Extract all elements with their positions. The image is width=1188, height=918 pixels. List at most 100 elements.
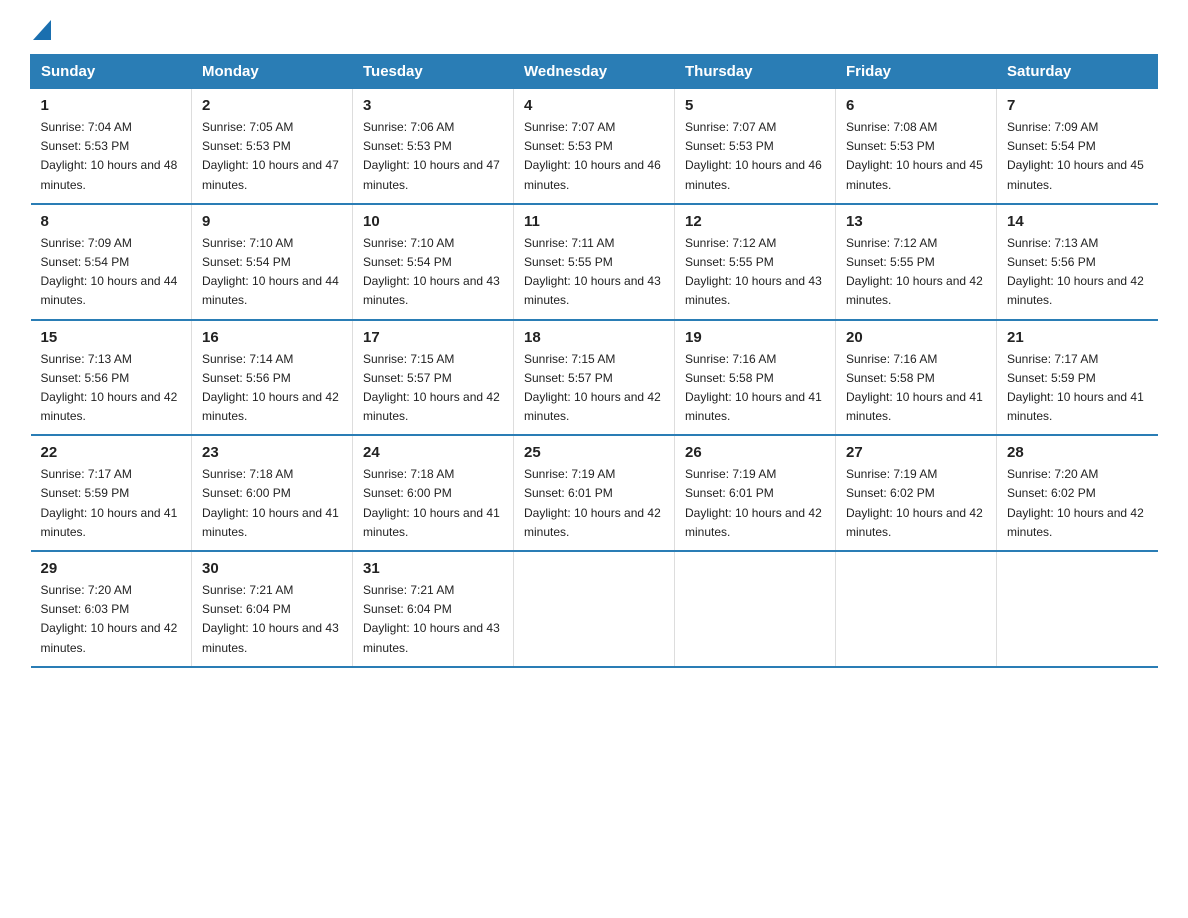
column-header-saturday: Saturday bbox=[997, 55, 1158, 89]
day-cell: 21 Sunrise: 7:17 AMSunset: 5:59 PMDaylig… bbox=[997, 320, 1158, 436]
day-info: Sunrise: 7:19 AMSunset: 6:01 PMDaylight:… bbox=[685, 467, 822, 539]
day-number: 14 bbox=[1007, 213, 1148, 230]
day-info: Sunrise: 7:19 AMSunset: 6:01 PMDaylight:… bbox=[524, 467, 661, 539]
page-header bbox=[30, 20, 1158, 36]
day-cell: 14 Sunrise: 7:13 AMSunset: 5:56 PMDaylig… bbox=[997, 204, 1158, 320]
day-number: 20 bbox=[846, 329, 986, 346]
day-number: 6 bbox=[846, 97, 986, 114]
week-row-4: 22 Sunrise: 7:17 AMSunset: 5:59 PMDaylig… bbox=[31, 435, 1158, 551]
day-number: 22 bbox=[41, 444, 182, 461]
day-info: Sunrise: 7:17 AMSunset: 5:59 PMDaylight:… bbox=[41, 467, 178, 539]
day-cell: 24 Sunrise: 7:18 AMSunset: 6:00 PMDaylig… bbox=[353, 435, 514, 551]
day-cell: 10 Sunrise: 7:10 AMSunset: 5:54 PMDaylig… bbox=[353, 204, 514, 320]
day-number: 16 bbox=[202, 329, 342, 346]
day-cell: 16 Sunrise: 7:14 AMSunset: 5:56 PMDaylig… bbox=[192, 320, 353, 436]
day-number: 7 bbox=[1007, 97, 1148, 114]
day-cell: 26 Sunrise: 7:19 AMSunset: 6:01 PMDaylig… bbox=[675, 435, 836, 551]
day-number: 29 bbox=[41, 560, 182, 577]
day-info: Sunrise: 7:07 AMSunset: 5:53 PMDaylight:… bbox=[524, 120, 661, 192]
day-number: 21 bbox=[1007, 329, 1148, 346]
day-info: Sunrise: 7:04 AMSunset: 5:53 PMDaylight:… bbox=[41, 120, 178, 192]
day-info: Sunrise: 7:06 AMSunset: 5:53 PMDaylight:… bbox=[363, 120, 500, 192]
day-number: 26 bbox=[685, 444, 825, 461]
day-cell: 25 Sunrise: 7:19 AMSunset: 6:01 PMDaylig… bbox=[514, 435, 675, 551]
day-cell: 12 Sunrise: 7:12 AMSunset: 5:55 PMDaylig… bbox=[675, 204, 836, 320]
day-number: 24 bbox=[363, 444, 503, 461]
day-number: 13 bbox=[846, 213, 986, 230]
column-header-wednesday: Wednesday bbox=[514, 55, 675, 89]
day-cell: 28 Sunrise: 7:20 AMSunset: 6:02 PMDaylig… bbox=[997, 435, 1158, 551]
day-cell: 19 Sunrise: 7:16 AMSunset: 5:58 PMDaylig… bbox=[675, 320, 836, 436]
day-number: 30 bbox=[202, 560, 342, 577]
day-number: 19 bbox=[685, 329, 825, 346]
day-info: Sunrise: 7:10 AMSunset: 5:54 PMDaylight:… bbox=[363, 236, 500, 308]
day-info: Sunrise: 7:20 AMSunset: 6:03 PMDaylight:… bbox=[41, 583, 178, 655]
day-cell: 4 Sunrise: 7:07 AMSunset: 5:53 PMDayligh… bbox=[514, 89, 675, 204]
day-cell: 23 Sunrise: 7:18 AMSunset: 6:00 PMDaylig… bbox=[192, 435, 353, 551]
calendar-header-row: SundayMondayTuesdayWednesdayThursdayFrid… bbox=[31, 55, 1158, 89]
day-info: Sunrise: 7:16 AMSunset: 5:58 PMDaylight:… bbox=[685, 352, 822, 424]
day-info: Sunrise: 7:16 AMSunset: 5:58 PMDaylight:… bbox=[846, 352, 983, 424]
column-header-friday: Friday bbox=[836, 55, 997, 89]
day-cell: 30 Sunrise: 7:21 AMSunset: 6:04 PMDaylig… bbox=[192, 551, 353, 667]
day-info: Sunrise: 7:18 AMSunset: 6:00 PMDaylight:… bbox=[202, 467, 339, 539]
day-number: 23 bbox=[202, 444, 342, 461]
day-info: Sunrise: 7:12 AMSunset: 5:55 PMDaylight:… bbox=[685, 236, 822, 308]
day-number: 9 bbox=[202, 213, 342, 230]
calendar-table: SundayMondayTuesdayWednesdayThursdayFrid… bbox=[30, 54, 1158, 668]
day-cell: 31 Sunrise: 7:21 AMSunset: 6:04 PMDaylig… bbox=[353, 551, 514, 667]
logo-triangle-icon bbox=[33, 20, 51, 40]
day-cell: 3 Sunrise: 7:06 AMSunset: 5:53 PMDayligh… bbox=[353, 89, 514, 204]
day-cell: 15 Sunrise: 7:13 AMSunset: 5:56 PMDaylig… bbox=[31, 320, 192, 436]
week-row-3: 15 Sunrise: 7:13 AMSunset: 5:56 PMDaylig… bbox=[31, 320, 1158, 436]
day-number: 2 bbox=[202, 97, 342, 114]
day-cell: 8 Sunrise: 7:09 AMSunset: 5:54 PMDayligh… bbox=[31, 204, 192, 320]
day-cell bbox=[836, 551, 997, 667]
day-number: 17 bbox=[363, 329, 503, 346]
day-number: 31 bbox=[363, 560, 503, 577]
week-row-2: 8 Sunrise: 7:09 AMSunset: 5:54 PMDayligh… bbox=[31, 204, 1158, 320]
column-header-monday: Monday bbox=[192, 55, 353, 89]
day-info: Sunrise: 7:13 AMSunset: 5:56 PMDaylight:… bbox=[41, 352, 178, 424]
day-info: Sunrise: 7:18 AMSunset: 6:00 PMDaylight:… bbox=[363, 467, 500, 539]
day-cell: 5 Sunrise: 7:07 AMSunset: 5:53 PMDayligh… bbox=[675, 89, 836, 204]
day-info: Sunrise: 7:19 AMSunset: 6:02 PMDaylight:… bbox=[846, 467, 983, 539]
day-number: 1 bbox=[41, 97, 182, 114]
day-info: Sunrise: 7:21 AMSunset: 6:04 PMDaylight:… bbox=[202, 583, 339, 655]
day-info: Sunrise: 7:20 AMSunset: 6:02 PMDaylight:… bbox=[1007, 467, 1144, 539]
day-info: Sunrise: 7:15 AMSunset: 5:57 PMDaylight:… bbox=[524, 352, 661, 424]
week-row-5: 29 Sunrise: 7:20 AMSunset: 6:03 PMDaylig… bbox=[31, 551, 1158, 667]
day-cell bbox=[997, 551, 1158, 667]
day-cell: 13 Sunrise: 7:12 AMSunset: 5:55 PMDaylig… bbox=[836, 204, 997, 320]
day-cell: 9 Sunrise: 7:10 AMSunset: 5:54 PMDayligh… bbox=[192, 204, 353, 320]
day-cell bbox=[514, 551, 675, 667]
day-info: Sunrise: 7:07 AMSunset: 5:53 PMDaylight:… bbox=[685, 120, 822, 192]
day-info: Sunrise: 7:21 AMSunset: 6:04 PMDaylight:… bbox=[363, 583, 500, 655]
day-cell bbox=[675, 551, 836, 667]
column-header-tuesday: Tuesday bbox=[353, 55, 514, 89]
day-cell: 29 Sunrise: 7:20 AMSunset: 6:03 PMDaylig… bbox=[31, 551, 192, 667]
day-number: 15 bbox=[41, 329, 182, 346]
day-info: Sunrise: 7:10 AMSunset: 5:54 PMDaylight:… bbox=[202, 236, 339, 308]
day-number: 10 bbox=[363, 213, 503, 230]
day-cell: 2 Sunrise: 7:05 AMSunset: 5:53 PMDayligh… bbox=[192, 89, 353, 204]
day-number: 8 bbox=[41, 213, 182, 230]
day-info: Sunrise: 7:11 AMSunset: 5:55 PMDaylight:… bbox=[524, 236, 661, 308]
day-info: Sunrise: 7:12 AMSunset: 5:55 PMDaylight:… bbox=[846, 236, 983, 308]
day-info: Sunrise: 7:08 AMSunset: 5:53 PMDaylight:… bbox=[846, 120, 983, 192]
day-cell: 7 Sunrise: 7:09 AMSunset: 5:54 PMDayligh… bbox=[997, 89, 1158, 204]
logo bbox=[30, 20, 51, 36]
day-cell: 11 Sunrise: 7:11 AMSunset: 5:55 PMDaylig… bbox=[514, 204, 675, 320]
column-header-thursday: Thursday bbox=[675, 55, 836, 89]
day-cell: 17 Sunrise: 7:15 AMSunset: 5:57 PMDaylig… bbox=[353, 320, 514, 436]
day-number: 27 bbox=[846, 444, 986, 461]
column-header-sunday: Sunday bbox=[31, 55, 192, 89]
day-number: 11 bbox=[524, 213, 664, 230]
day-number: 28 bbox=[1007, 444, 1148, 461]
day-info: Sunrise: 7:09 AMSunset: 5:54 PMDaylight:… bbox=[41, 236, 178, 308]
day-info: Sunrise: 7:15 AMSunset: 5:57 PMDaylight:… bbox=[363, 352, 500, 424]
day-number: 18 bbox=[524, 329, 664, 346]
day-info: Sunrise: 7:05 AMSunset: 5:53 PMDaylight:… bbox=[202, 120, 339, 192]
day-number: 3 bbox=[363, 97, 503, 114]
day-number: 4 bbox=[524, 97, 664, 114]
